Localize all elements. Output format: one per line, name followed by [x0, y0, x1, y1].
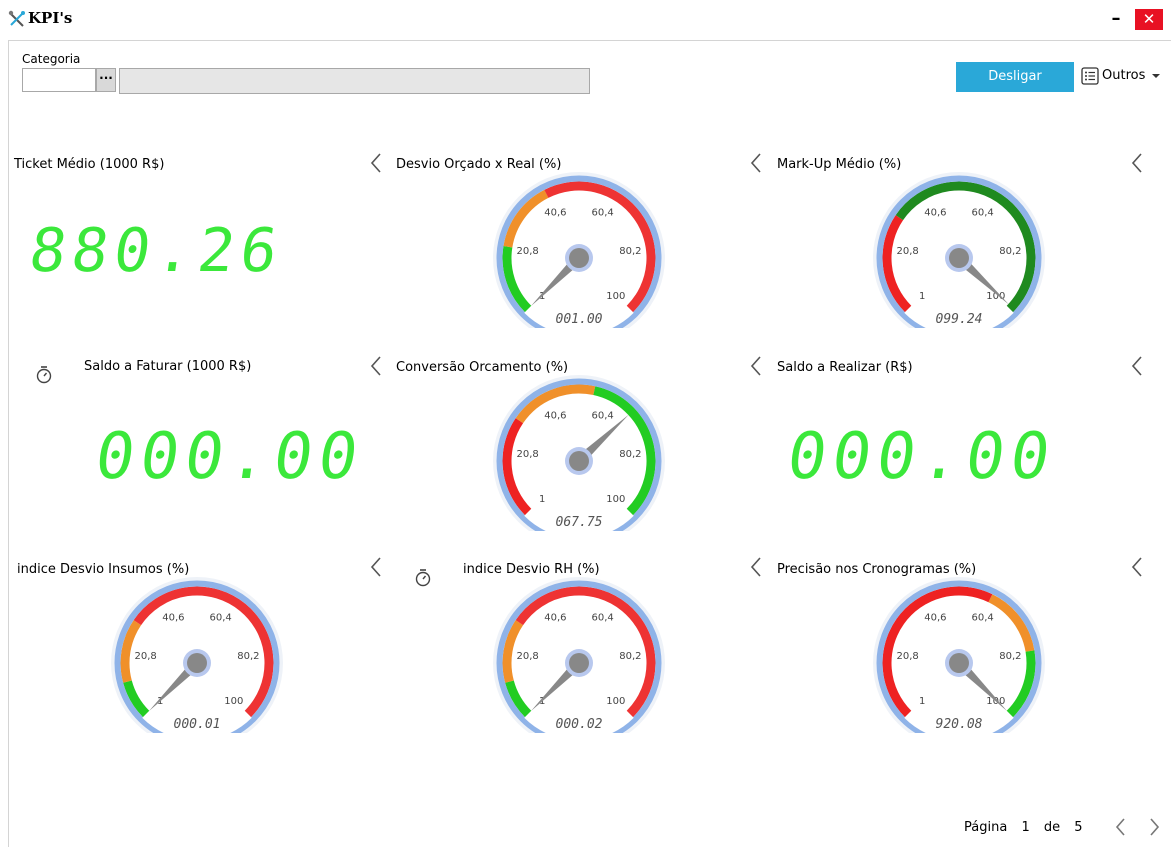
list-icon: [1081, 67, 1099, 85]
gauge-tick-label: 40,6: [924, 208, 946, 219]
gauge-tick-label: 80,2: [619, 449, 641, 460]
gauge-hub: [187, 653, 207, 673]
chevron-left-icon[interactable]: [749, 152, 763, 174]
gauge-tick-label: 20,8: [517, 651, 539, 662]
gauge-hub: [569, 451, 589, 471]
gauge-tick-label: 60,4: [209, 613, 231, 624]
gauge-tick-label: 40,6: [544, 613, 566, 624]
timer-icon: [415, 569, 431, 587]
pagination-label: Página: [964, 820, 1008, 835]
gauge-tick-label: 80,2: [237, 651, 259, 662]
gauge-tick-label: 80,2: [999, 246, 1021, 257]
saldo-realizar-display: 000.00: [782, 420, 1061, 494]
ticket-medio-display: 880.26: [25, 216, 288, 286]
next-page-button[interactable]: [1148, 816, 1162, 838]
widget-title-conversao-orcamento: Conversão Orcamento (%): [396, 360, 569, 375]
gauge-tick-label: 20,8: [897, 246, 919, 257]
chevron-left-icon[interactable]: [369, 556, 383, 578]
gauge-tick-label: 40,6: [924, 613, 946, 624]
widget-title-desvio-orcado: Desvio Orçado x Real (%): [396, 157, 562, 172]
gauge-tick-label: 60,4: [591, 613, 613, 624]
widget-title-saldo-faturar: Saldo a Faturar (1000 R$): [84, 359, 252, 374]
timer-icon: [36, 366, 52, 384]
gauge-tick-label: 80,2: [999, 651, 1021, 662]
gauge-hub: [569, 248, 589, 268]
gauge-tick-label: 100: [606, 494, 625, 505]
chevron-left-icon[interactable]: [1130, 355, 1144, 377]
window-title: KPI's: [28, 9, 73, 27]
pagination: Página 1 de 5: [964, 820, 1093, 835]
gauge-tick-label: 1: [539, 494, 545, 505]
outros-menu-button[interactable]: Outros: [1081, 64, 1164, 88]
gauge-tick-label: 60,4: [591, 411, 613, 422]
gauge-precisao-cronogramas: 120,840,660,480,2100920.08: [873, 577, 1045, 733]
left-border: [8, 40, 9, 847]
gauge-tick-label: 100: [224, 696, 243, 707]
gauge-tick-label: 100: [606, 291, 625, 302]
gauge-tick-label: 80,2: [619, 246, 641, 257]
widget-title-saldo-realizar: Saldo a Realizar (R$): [777, 360, 913, 375]
chevron-left-icon[interactable]: [369, 152, 383, 174]
desligar-button[interactable]: Desligar: [956, 62, 1074, 92]
pagination-current: 1: [1021, 820, 1030, 835]
gauge-tick-label: 1: [919, 291, 925, 302]
chevron-left-icon[interactable]: [749, 556, 763, 578]
chevron-left-icon[interactable]: [369, 355, 383, 377]
gauge-tick-label: 20,8: [897, 651, 919, 662]
pagination-total: 5: [1074, 820, 1083, 835]
gauge-hub: [569, 653, 589, 673]
widget-title-precisao-cronogramas: Precisão nos Cronogramas (%): [777, 562, 977, 577]
widget-title-desvio-insumos: indice Desvio Insumos (%): [17, 562, 190, 577]
header-divider: [8, 40, 1171, 41]
gauge-tick-label: 60,4: [591, 208, 613, 219]
chevron-left-icon[interactable]: [749, 355, 763, 377]
category-description-field: [119, 68, 590, 94]
saldo-faturar-display: 000.00: [90, 420, 369, 494]
gauge-desvio-insumos: 120,840,660,480,2100000.01: [111, 577, 283, 733]
gauge-tick-label: 20,8: [135, 651, 157, 662]
gauge-readout: 099.24: [936, 312, 983, 327]
widget-title-ticket-medio: Ticket Médio (1000 R$): [14, 157, 165, 172]
widget-title-desvio-rh: indice Desvio RH (%): [463, 562, 600, 577]
tools-icon: [8, 10, 25, 27]
gauge-tick-label: 1: [919, 696, 925, 707]
title-bar: KPI's – ✕: [0, 0, 1171, 40]
gauge-readout: 001.00: [556, 312, 603, 327]
gauge-tick-label: 40,6: [162, 613, 184, 624]
gauge-tick-label: 20,8: [517, 246, 539, 257]
category-code-input[interactable]: [22, 68, 96, 92]
gauge-readout: 920.08: [936, 717, 983, 732]
chevron-left-icon[interactable]: [1130, 556, 1144, 578]
prev-page-button[interactable]: [1113, 816, 1127, 838]
gauge-conversao-orcamento: 1 20,8 40,6 60,4 80,2 100067.75: [493, 375, 665, 531]
pagination-of: de: [1043, 820, 1061, 835]
close-button[interactable]: ✕: [1135, 9, 1163, 30]
gauge-tick-label: 20,8: [517, 449, 539, 460]
gauge-readout: 000.01: [174, 717, 221, 732]
gauge-tick-label: 60,4: [971, 208, 993, 219]
gauge-tick-label: 40,6: [544, 208, 566, 219]
category-label: Categoria: [22, 52, 81, 66]
gauge-tick-label: 40,6: [544, 411, 566, 422]
chevron-down-icon: [1152, 74, 1161, 78]
chevron-left-icon[interactable]: [1130, 152, 1144, 174]
gauge-tick-label: 60,4: [971, 613, 993, 624]
gauge-desvio-orcado: 120,840,660,480,2100001.00: [493, 172, 665, 328]
gauge-tick-label: 100: [606, 696, 625, 707]
minimize-button[interactable]: –: [1106, 6, 1126, 32]
gauge-readout: 067.75: [556, 515, 603, 530]
category-lookup-button[interactable]: ···: [96, 68, 116, 92]
gauge-tick-label: 80,2: [619, 651, 641, 662]
widget-title-mark-up: Mark-Up Médio (%): [777, 157, 902, 172]
gauge-mark-up: 120,840,6 60,480,2100099.24: [873, 172, 1045, 328]
gauge-desvio-rh: 120,840,660,480,2100000.02: [493, 577, 665, 733]
gauge-readout: 000.02: [556, 717, 603, 732]
gauge-hub: [949, 248, 969, 268]
gauge-hub: [949, 653, 969, 673]
outros-label: Outros: [1102, 68, 1146, 83]
